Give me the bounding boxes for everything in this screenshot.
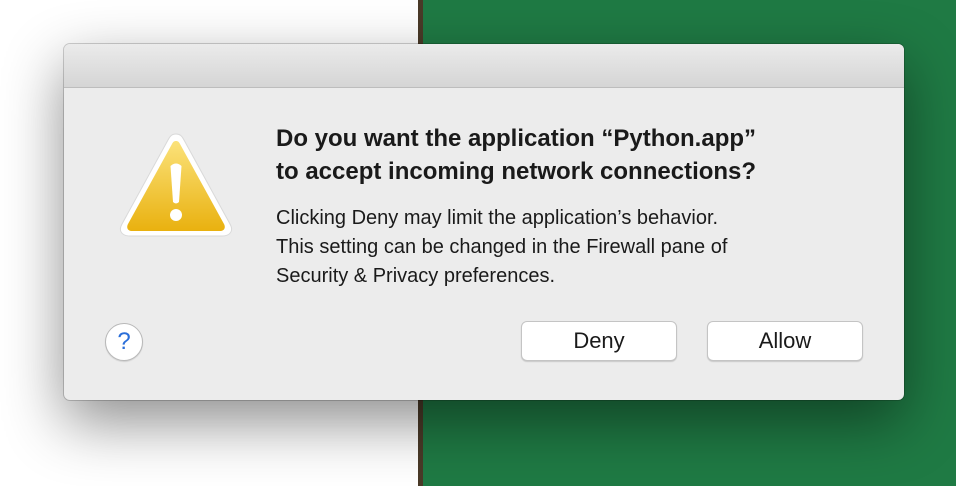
headline-line-1: Do you want the application “Python.app” bbox=[276, 125, 757, 152]
help-button[interactable]: ? bbox=[105, 323, 143, 361]
deny-button[interactable]: Deny bbox=[521, 321, 677, 361]
headline-line-2: to accept incoming network connections? bbox=[276, 158, 757, 185]
dialog-body-text: Clicking Deny may limit the application’… bbox=[276, 204, 876, 291]
dialog-titlebar[interactable] bbox=[64, 44, 904, 88]
allow-button[interactable]: Allow bbox=[707, 321, 863, 361]
dialog-headline: Do you want the application “Python.app”… bbox=[276, 122, 876, 188]
body-line-1: Clicking Deny may limit the application’… bbox=[276, 207, 719, 229]
body-line-3: Security & Privacy preferences. bbox=[276, 265, 555, 287]
warning-triangle-icon bbox=[119, 133, 233, 237]
firewall-alert-dialog: Do you want the application “Python.app”… bbox=[64, 44, 904, 400]
question-mark-icon: ? bbox=[117, 328, 131, 355]
body-line-2: This setting can be changed in the Firew… bbox=[276, 236, 728, 258]
